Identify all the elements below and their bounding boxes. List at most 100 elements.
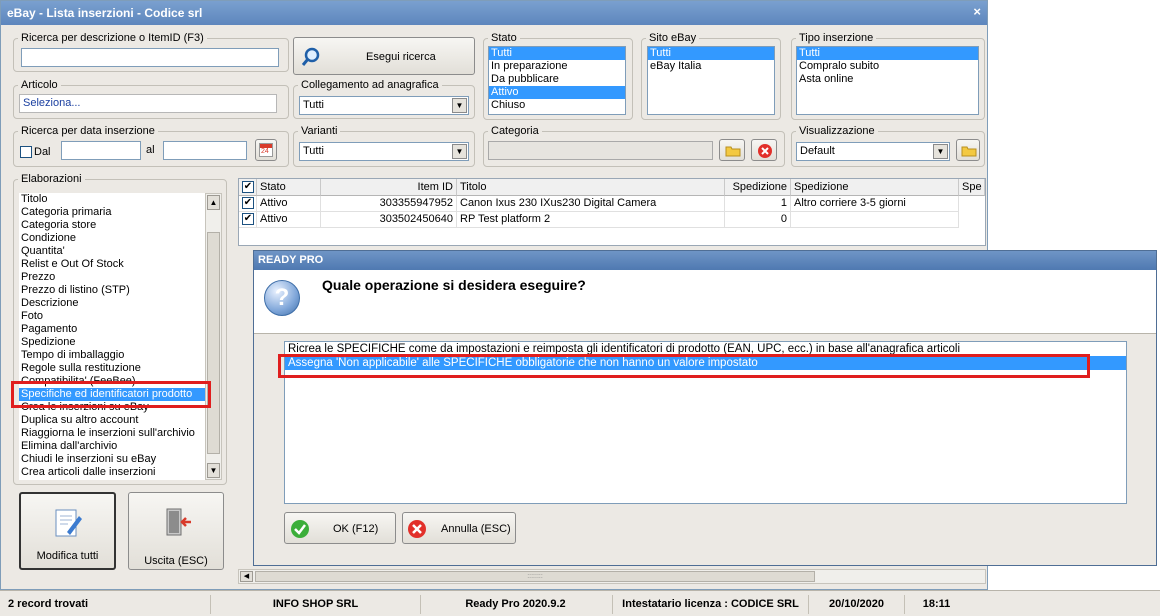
search-input[interactable]	[21, 48, 279, 67]
categoria-browse-button[interactable]	[719, 139, 745, 161]
elaborazioni-list-item[interactable]: Tempo di imballaggio	[19, 349, 205, 362]
chevron-down-icon[interactable]: ▼	[452, 144, 467, 159]
dal-label: Dal	[34, 146, 51, 158]
elaborazioni-list-item[interactable]: Descrizione	[19, 297, 205, 310]
exit-door-icon	[166, 508, 191, 536]
grid-header-itemid[interactable]: Item ID	[321, 179, 457, 196]
categoria-label: Categoria	[491, 125, 539, 137]
highlight-box	[278, 354, 1090, 378]
uscita-button[interactable]: Uscita (ESC)	[128, 492, 224, 570]
table-cell-spedizione: Altro corriere 3-5 giorni	[791, 196, 959, 212]
elaborazioni-list-item[interactable]: Pagamento	[19, 323, 205, 336]
elaborazioni-list-item[interactable]: Relist e Out Of Stock	[19, 258, 205, 271]
visualizzazione-folder-button[interactable]	[956, 139, 980, 161]
row-checkbox[interactable]: ✔	[242, 213, 254, 225]
status-time: 18:11	[904, 595, 968, 614]
folder-icon	[725, 146, 741, 157]
magnifier-icon	[301, 47, 320, 66]
table-cell-titolo: Canon Ixus 230 IXus230 Digital Camera	[457, 196, 725, 212]
table-cell-spedizione-qty: 1	[725, 196, 791, 212]
elaborazioni-list-item[interactable]: Riaggiorna le inserzioni sull'archivio	[19, 427, 205, 440]
select-all-checkbox[interactable]: ✔	[242, 181, 254, 193]
tipo-list-item[interactable]: Compralo subito	[797, 60, 978, 73]
elaborazioni-list-item[interactable]: Spedizione	[19, 336, 205, 349]
elaborazioni-list-item[interactable]: Prezzo	[19, 271, 205, 284]
elaborazioni-list-item[interactable]: Condizione	[19, 232, 205, 245]
stato-list-item[interactable]: Tutti	[489, 47, 625, 60]
check-icon	[291, 520, 309, 538]
elaborazioni-list-item[interactable]: Categoria primaria	[19, 206, 205, 219]
collegamento-dropdown[interactable]: Tutti ▼	[299, 96, 469, 115]
cancel-button[interactable]: Annulla (ESC)	[402, 512, 516, 544]
stato-listbox[interactable]: Tutti In preparazione Da pubblicare Attivo C…	[488, 46, 626, 115]
stato-list-item[interactable]: In preparazione	[489, 60, 625, 73]
status-company: INFO SHOP SRL	[210, 595, 420, 614]
elaborazioni-list-item[interactable]: Categoria store	[19, 219, 205, 232]
scroll-up-icon[interactable]: ▲	[207, 195, 220, 210]
calendar-icon-day: 24	[261, 148, 269, 155]
categoria-clear-button[interactable]	[751, 139, 777, 161]
al-date-input[interactable]	[163, 141, 247, 160]
grid-header-stato[interactable]: Stato	[257, 179, 321, 196]
tipo-label: Tipo inserzione	[799, 32, 874, 44]
tipo-listbox[interactable]: Tutti Compralo subito Asta online	[796, 46, 979, 115]
elaborazioni-list-item[interactable]: Chiudi le inserzioni su eBay	[19, 453, 205, 466]
visualizzazione-value: Default	[800, 145, 835, 157]
categoria-input[interactable]	[488, 141, 713, 160]
sito-list-item[interactable]: eBay Italia	[648, 60, 774, 73]
grid-hscroll-thumb[interactable]: ::::::::	[255, 571, 815, 582]
scroll-down-icon[interactable]: ▼	[207, 463, 220, 478]
elaborazioni-list-item[interactable]: Foto	[19, 310, 205, 323]
elaborazioni-list-item[interactable]: Duplica su altro account	[19, 414, 205, 427]
elaborazioni-listbox[interactable]: Titolo Categoria primaria Categoria store C…	[19, 193, 205, 480]
elaborazioni-list-item[interactable]: Crea articoli dalle inserzioni	[19, 466, 205, 479]
stato-list-item[interactable]: Attivo	[489, 86, 625, 99]
search-label: Ricerca per descrizione o ItemID (F3)	[21, 32, 204, 44]
dal-checkbox[interactable]	[20, 146, 32, 158]
grid-header-spedizione-qty[interactable]: Spedizione	[725, 179, 791, 196]
sito-listbox[interactable]: Tutti eBay Italia	[647, 46, 775, 115]
elaborazioni-list-item[interactable]: Titolo	[19, 193, 205, 206]
al-label: al	[146, 144, 155, 156]
grid-header-check[interactable]: ✔	[239, 179, 257, 196]
grid-hscrollbar[interactable]: ◀ ::::::::	[238, 569, 986, 584]
stato-list-item[interactable]: Chiuso	[489, 99, 625, 112]
stato-list-item[interactable]: Da pubblicare	[489, 73, 625, 86]
dal-date-input[interactable]	[61, 141, 141, 160]
sito-list-item[interactable]: Tutti	[648, 47, 774, 60]
elaborazioni-scrollbar[interactable]: ▲ ▼	[205, 193, 222, 480]
calendar-button[interactable]: 24	[255, 139, 277, 161]
visualizzazione-dropdown[interactable]: Default ▼	[796, 142, 950, 161]
table-cell-itemid: 303502450640	[321, 212, 457, 228]
grid-header-spe[interactable]: Spe	[959, 179, 985, 196]
ready-pro-dialog: READY PRO ? Quale operazione si desidera…	[253, 250, 1157, 566]
chevron-down-icon[interactable]: ▼	[452, 98, 467, 113]
collegamento-label: Collegamento ad anagrafica	[301, 79, 439, 91]
delete-icon	[758, 144, 772, 158]
scroll-left-icon[interactable]: ◀	[240, 571, 253, 582]
elaborazioni-list-item[interactable]: Elimina dall'archivio	[19, 440, 205, 453]
ok-button[interactable]: OK (F12)	[284, 512, 396, 544]
elaborazioni-list-item[interactable]: Prezzo di listino (STP)	[19, 284, 205, 297]
search-button[interactable]: Esegui ricerca	[293, 37, 475, 75]
articolo-select[interactable]: Seleziona...	[19, 94, 277, 113]
modifica-tutti-button[interactable]: Modifica tutti	[19, 492, 116, 570]
table-cell-stato: Attivo	[257, 212, 321, 228]
varianti-dropdown[interactable]: Tutti ▼	[299, 142, 469, 161]
row-checkbox[interactable]: ✔	[242, 197, 254, 209]
tipo-list-item[interactable]: Tutti	[797, 47, 978, 60]
grid-header-spedizione[interactable]: Spedizione	[791, 179, 959, 196]
status-bar: 2 record trovati INFO SHOP SRL Ready Pro…	[0, 590, 1160, 616]
elaborazioni-list-item[interactable]: Quantita'	[19, 245, 205, 258]
calendar-icon: 24	[259, 143, 273, 157]
grid-header-titolo[interactable]: Titolo	[457, 179, 725, 196]
tipo-list-item[interactable]: Asta online	[797, 73, 978, 86]
elaborazioni-list-item[interactable]: Regole sulla restituzione	[19, 362, 205, 375]
table-row-checkbox-cell[interactable]: ✔	[239, 212, 257, 228]
scroll-thumb[interactable]	[207, 232, 220, 454]
window-title: eBay - Lista inserzioni - Codice srl	[1, 1, 987, 25]
close-icon[interactable]: ×	[973, 4, 981, 19]
dialog-header: ? Quale operazione si desidera eseguire?	[254, 270, 1156, 334]
chevron-down-icon[interactable]: ▼	[933, 144, 948, 159]
table-row-checkbox-cell[interactable]: ✔	[239, 196, 257, 212]
